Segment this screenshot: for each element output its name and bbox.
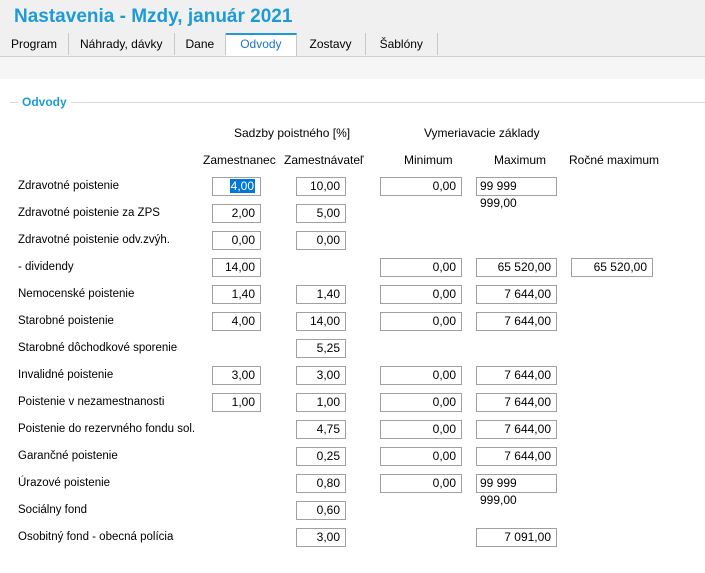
tab-zostavy[interactable]: Zostavy xyxy=(297,33,366,55)
employer-field[interactable]: 0,80 xyxy=(296,474,346,493)
employer-field[interactable]: 1,00 xyxy=(296,393,346,412)
row-label: Poistenie v nezamestnanosti xyxy=(18,396,165,408)
employee-field[interactable]: 1,40 xyxy=(212,285,261,304)
maximum-field[interactable]: 99 999 999,00 xyxy=(476,177,557,210)
employer-field[interactable]: 1,40 xyxy=(296,285,346,304)
row-label: Starobné poistenie xyxy=(18,315,114,327)
minimum-field[interactable]: 0,00 xyxy=(380,177,462,196)
employee-field[interactable]: 4,00 xyxy=(212,177,261,196)
header-employer: Zamestnávateľ xyxy=(284,153,364,167)
tab-nahrady-davky[interactable]: Náhrady, dávky xyxy=(69,33,175,55)
maximum-field[interactable]: 65 520,00 xyxy=(476,258,557,277)
employer-field[interactable]: 0,25 xyxy=(296,447,346,466)
employer-field[interactable]: 3,00 xyxy=(296,366,346,385)
employee-field[interactable]: 14,00 xyxy=(212,258,261,277)
window-header: Nastavenia - Mzdy, január 2021 Program N… xyxy=(0,0,705,57)
row-label: Garančné poistenie xyxy=(18,450,118,462)
tab-odvody[interactable]: Odvody xyxy=(226,33,297,56)
employer-field[interactable]: 0,60 xyxy=(296,501,346,520)
maximum-field[interactable]: 7 644,00 xyxy=(476,366,557,385)
row-label: Nemocenské poistenie xyxy=(18,288,135,300)
maximum-field[interactable]: 7 091,00 xyxy=(476,528,557,547)
employer-field[interactable]: 14,00 xyxy=(296,312,346,331)
group-border xyxy=(10,102,705,103)
minimum-field[interactable]: 0,00 xyxy=(380,420,462,439)
maximum-field[interactable]: 7 644,00 xyxy=(476,447,557,466)
minimum-field[interactable]: 0,00 xyxy=(380,258,462,277)
header-minimum: Minimum xyxy=(404,153,453,167)
employer-field[interactable]: 10,00 xyxy=(296,177,346,196)
row-label: - dividendy xyxy=(18,261,74,273)
employer-field[interactable]: 5,00 xyxy=(296,204,346,223)
employee-field[interactable]: 2,00 xyxy=(212,204,261,223)
tab-program[interactable]: Program xyxy=(0,33,70,55)
minimum-field[interactable]: 0,00 xyxy=(380,447,462,466)
employer-field[interactable]: 4,75 xyxy=(296,420,346,439)
employer-field[interactable]: 5,25 xyxy=(296,339,346,358)
annual-max-field[interactable]: 65 520,00 xyxy=(571,258,653,277)
row-label: Zdravotné poistenie xyxy=(18,180,120,192)
row-label: Sociálny fond xyxy=(18,504,88,516)
header-annual-max: Ročné maximum xyxy=(569,153,660,167)
maximum-field[interactable]: 7 644,00 xyxy=(476,420,557,439)
group-title: Odvody xyxy=(18,95,71,109)
row-label: Starobné dôchodkové sporenie xyxy=(18,342,178,354)
tab-sablony[interactable]: Šablóny xyxy=(366,33,438,55)
maximum-field[interactable]: 7 644,00 xyxy=(476,285,557,304)
maximum-field[interactable]: 7 644,00 xyxy=(476,393,557,412)
minimum-field[interactable]: 0,00 xyxy=(380,393,462,412)
minimum-field[interactable]: 0,00 xyxy=(380,312,462,331)
row-label: Osobitný fond - obecná polícia xyxy=(18,531,174,543)
employee-field[interactable]: 0,00 xyxy=(212,231,261,250)
window-title: Nastavenia - Mzdy, január 2021 xyxy=(14,6,293,27)
employee-field[interactable]: 4,00 xyxy=(212,312,261,331)
row-label: Poistenie do rezervného fondu sol. xyxy=(18,423,196,435)
header-employee: Zamestnanec xyxy=(203,153,276,167)
maximum-field[interactable]: 7 644,00 xyxy=(476,312,557,331)
tab-bar: Program Náhrady, dávky Dane Odvody Zosta… xyxy=(0,33,438,56)
header-bases: Vymeriavacie základy xyxy=(424,126,540,140)
header-rates: Sadzby poistného [%] xyxy=(234,126,351,140)
employer-field[interactable]: 0,00 xyxy=(296,231,346,250)
row-label: Invalidné poistenie xyxy=(18,369,114,381)
employee-field[interactable]: 1,00 xyxy=(212,393,261,412)
employee-field[interactable]: 3,00 xyxy=(212,366,261,385)
header-maximum: Maximum xyxy=(494,153,547,167)
row-label: Úrazové poistenie xyxy=(18,477,111,489)
tab-strip-gap xyxy=(0,57,705,79)
row-label: Zdravotné poistenie odv.zvýh. xyxy=(18,234,170,246)
tab-dane[interactable]: Dane xyxy=(175,33,227,55)
maximum-field[interactable]: 99 999 999,00 xyxy=(476,474,557,507)
minimum-field[interactable]: 0,00 xyxy=(380,474,462,493)
row-label: Zdravotné poistenie za ZPS xyxy=(18,207,160,219)
minimum-field[interactable]: 0,00 xyxy=(380,366,462,385)
employer-field[interactable]: 3,00 xyxy=(296,528,346,547)
minimum-field[interactable]: 0,00 xyxy=(380,285,462,304)
